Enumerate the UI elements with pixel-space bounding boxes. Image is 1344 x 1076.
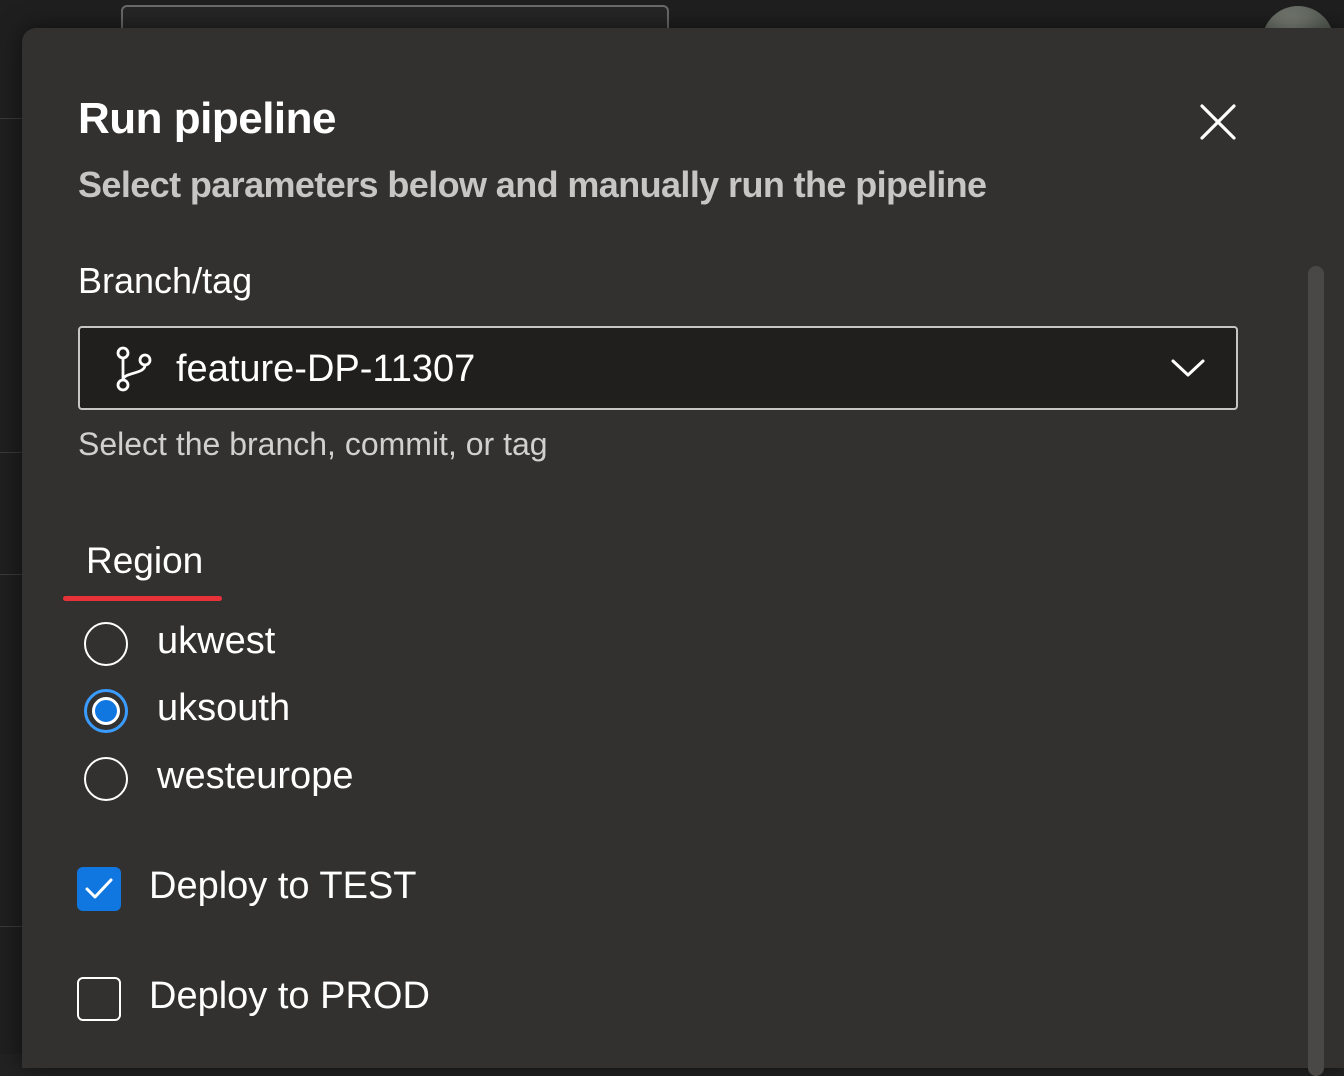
radio-label: ukwest bbox=[157, 620, 276, 662]
checkbox-label: Deploy to PROD bbox=[149, 975, 430, 1017]
radio-button[interactable] bbox=[84, 757, 128, 801]
branch-tag-hint: Select the branch, commit, or tag bbox=[78, 426, 548, 462]
checkmark-icon bbox=[85, 878, 113, 899]
branch-tag-label: Branch/tag bbox=[78, 260, 253, 301]
close-icon bbox=[1200, 104, 1236, 140]
run-pipeline-panel: Run pipeline Select parameters below and… bbox=[22, 28, 1344, 1076]
checkbox-label: Deploy to TEST bbox=[149, 865, 417, 907]
radio-button[interactable] bbox=[84, 622, 128, 666]
radio-button-selected[interactable] bbox=[84, 689, 128, 733]
radio-label: westeurope bbox=[157, 755, 354, 797]
dialog-title: Run pipeline bbox=[78, 94, 337, 143]
branch-tag-dropdown[interactable]: feature-DP-11307 bbox=[78, 326, 1238, 410]
checkbox-unchecked[interactable] bbox=[77, 977, 121, 1021]
close-button[interactable] bbox=[1194, 98, 1242, 146]
radio-selected-dot bbox=[92, 697, 120, 725]
radio-label: uksouth bbox=[157, 687, 291, 729]
dialog-subtitle: Select parameters below and manually run… bbox=[78, 164, 987, 205]
git-branch-icon bbox=[116, 346, 152, 392]
branch-tag-value: feature-DP-11307 bbox=[176, 348, 476, 390]
scrollbar[interactable] bbox=[1308, 266, 1324, 1076]
region-label: Region bbox=[86, 540, 204, 581]
chevron-down-icon bbox=[1171, 359, 1205, 377]
region-underline-annotation bbox=[63, 596, 222, 601]
checkbox-checked[interactable] bbox=[77, 867, 121, 911]
